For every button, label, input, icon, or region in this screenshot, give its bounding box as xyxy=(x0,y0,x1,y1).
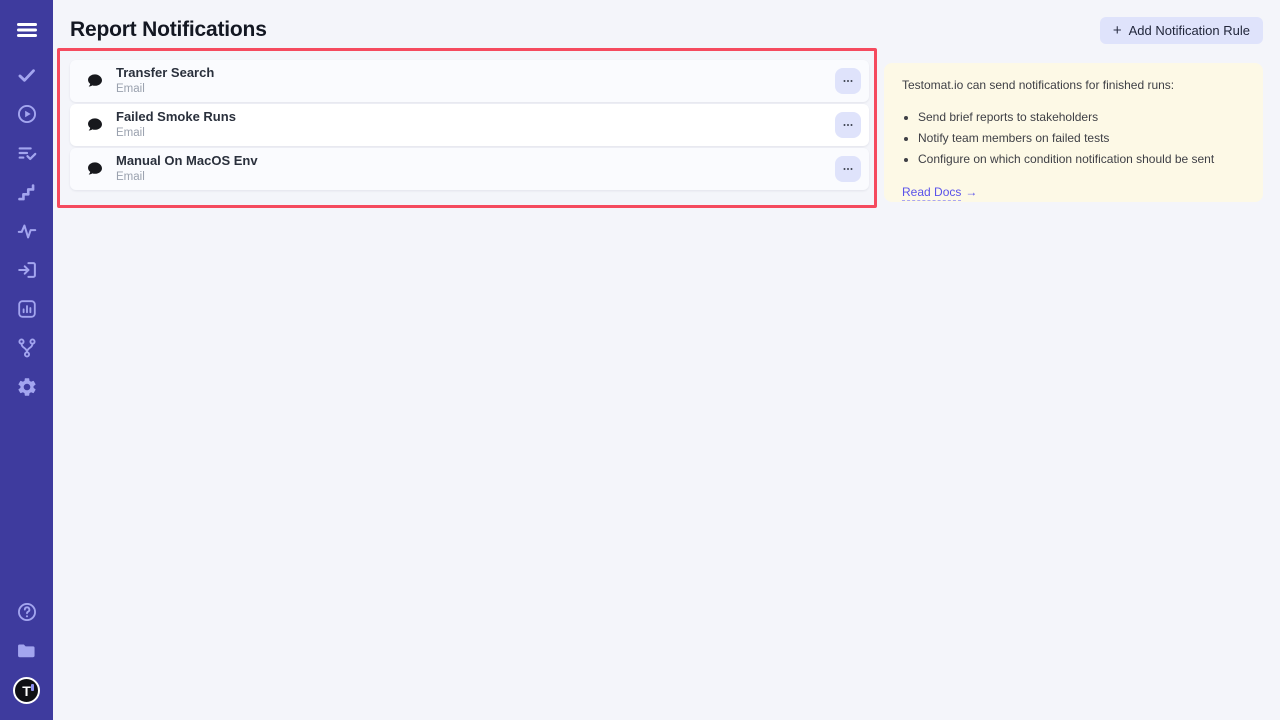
rule-actions-menu-button[interactable] xyxy=(835,68,861,94)
info-intro: Testomat.io can send notifications for f… xyxy=(902,78,1245,93)
projects-button[interactable] xyxy=(13,639,41,661)
hamburger-glyph xyxy=(17,22,37,38)
git-branch-icon xyxy=(16,337,38,359)
sidebar-nav xyxy=(13,64,41,398)
sidebar-item-runs[interactable] xyxy=(13,103,41,125)
hamburger-menu-icon[interactable] xyxy=(13,20,41,40)
play-circle-icon xyxy=(16,103,38,125)
steps-icon xyxy=(16,182,37,203)
testomat-logo[interactable]: T xyxy=(13,677,40,704)
add-button-label: Add Notification Rule xyxy=(1129,23,1250,38)
checkmark-icon xyxy=(16,65,37,86)
rule-title: Failed Smoke Runs xyxy=(116,110,236,125)
chat-bubble-icon xyxy=(86,72,104,90)
ellipsis-icon xyxy=(841,118,855,132)
help-button[interactable] xyxy=(13,601,41,623)
rule-row-failed-smoke-runs[interactable]: Failed Smoke Runs Email xyxy=(70,104,869,146)
rule-text: Failed Smoke Runs Email xyxy=(116,110,236,140)
info-bullet: Notify team members on failed tests xyxy=(918,131,1245,145)
info-bullet-list: Send brief reports to stakeholders Notif… xyxy=(918,110,1245,166)
sidebar-item-tests[interactable] xyxy=(13,64,41,86)
sidebar-item-import[interactable] xyxy=(13,259,41,281)
info-bullet: Configure on which condition notificatio… xyxy=(918,152,1245,166)
sidebar-bottom: T xyxy=(13,601,41,704)
chat-bubble-icon xyxy=(86,116,104,134)
rule-channel: Email xyxy=(116,171,258,184)
sidebar-item-settings[interactable] xyxy=(13,376,41,398)
arrow-right-icon: → xyxy=(965,185,977,199)
sidebar-item-analytics[interactable] xyxy=(13,220,41,242)
rule-text: Transfer Search Email xyxy=(116,66,214,96)
help-circle-icon xyxy=(16,601,38,623)
info-panel: Testomat.io can send notifications for f… xyxy=(884,63,1263,202)
sidebar-item-milestones[interactable] xyxy=(13,181,41,203)
sidebar-item-reports[interactable] xyxy=(13,298,41,320)
folder-icon xyxy=(15,639,38,662)
read-docs-label: Read Docs xyxy=(902,185,961,201)
bar-chart-icon xyxy=(16,298,38,320)
rule-row-transfer-search[interactable]: Transfer Search Email xyxy=(70,60,869,102)
import-icon xyxy=(16,259,38,281)
sidebar-item-plans[interactable] xyxy=(13,142,41,164)
rule-actions-menu-button[interactable] xyxy=(835,112,861,138)
gear-icon xyxy=(16,376,38,398)
rule-title: Manual On MacOS Env xyxy=(116,154,258,169)
chat-bubble-icon xyxy=(86,160,104,178)
info-bullet: Send brief reports to stakeholders xyxy=(918,110,1245,124)
page-title: Report Notifications xyxy=(70,18,267,42)
rule-actions-menu-button[interactable] xyxy=(835,156,861,182)
read-docs-link[interactable]: Read Docs → xyxy=(902,185,977,199)
add-notification-rule-button[interactable]: + Add Notification Rule xyxy=(1100,17,1263,44)
list-check-icon xyxy=(16,142,38,164)
sidebar: T xyxy=(0,0,53,720)
logo-accent-mark xyxy=(31,684,34,691)
sidebar-item-branches[interactable] xyxy=(13,337,41,359)
ellipsis-icon xyxy=(841,74,855,88)
rule-channel: Email xyxy=(116,127,236,140)
rule-row-manual-on-macos-env[interactable]: Manual On MacOS Env Email xyxy=(70,148,869,190)
rule-channel: Email xyxy=(116,83,214,96)
rule-text: Manual On MacOS Env Email xyxy=(116,154,258,184)
activity-pulse-icon xyxy=(16,220,38,242)
logo-letter: T xyxy=(22,683,31,699)
rule-title: Transfer Search xyxy=(116,66,214,81)
main-content: Report Notifications + Add Notification … xyxy=(53,0,1280,720)
notification-rules-list: Transfer Search Email Failed Smoke Runs … xyxy=(70,60,869,192)
plus-icon: + xyxy=(1113,23,1122,38)
ellipsis-icon xyxy=(841,162,855,176)
